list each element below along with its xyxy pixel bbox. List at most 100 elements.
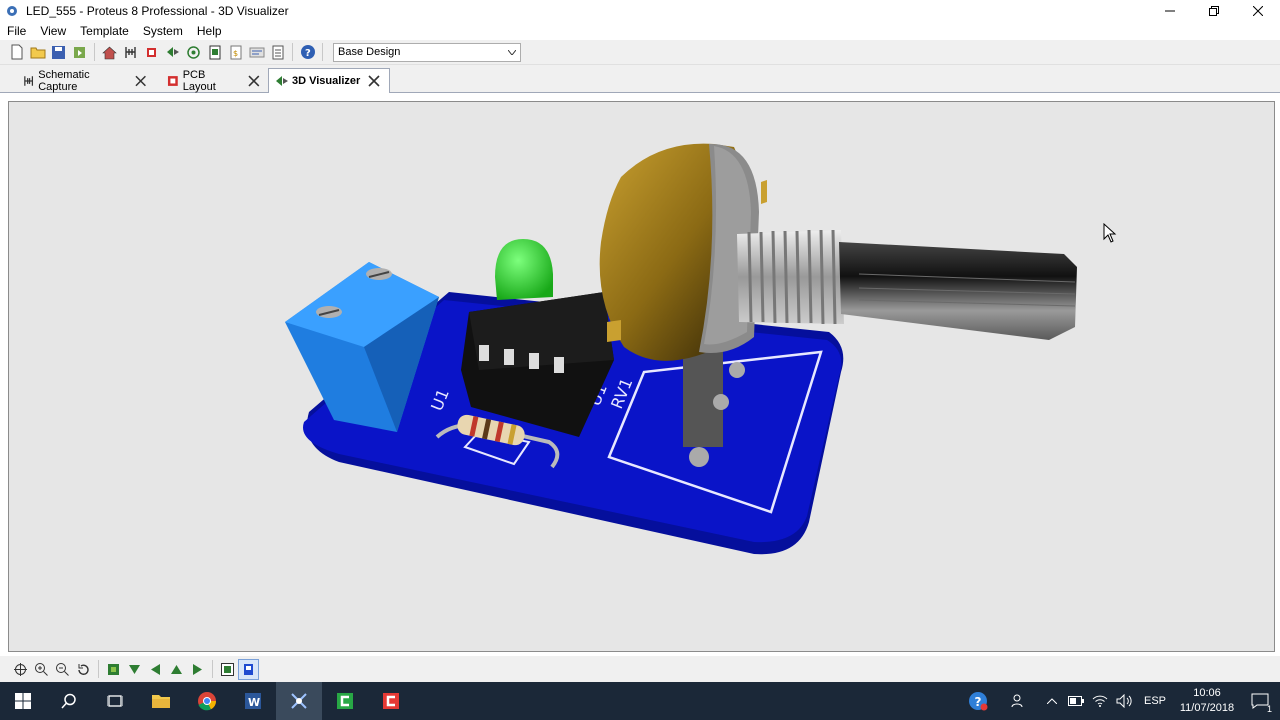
view-right-button[interactable]	[187, 659, 208, 680]
show-hidden-icons-button[interactable]	[1040, 682, 1064, 720]
chip-icon	[147, 47, 156, 57]
toggle-board-button[interactable]	[217, 659, 238, 680]
home-page-button[interactable]	[99, 42, 120, 63]
restore-button[interactable]	[1192, 0, 1236, 22]
rotate-view-button[interactable]	[73, 659, 94, 680]
people-tray-button[interactable]	[1006, 682, 1030, 720]
menu-system[interactable]: System	[136, 22, 190, 40]
zoom-in-icon	[35, 662, 48, 676]
tab-label: 3D Visualizer	[292, 75, 361, 87]
help-button[interactable]: ?	[297, 42, 318, 63]
start-button[interactable]	[0, 682, 46, 720]
view-back-button[interactable]	[166, 659, 187, 680]
menu-template[interactable]: Template	[73, 22, 136, 40]
view-top-button[interactable]	[103, 659, 124, 680]
green-app-icon	[337, 693, 353, 709]
source-code-button[interactable]	[246, 42, 267, 63]
os-taskbar: W ? ESP 10:06 11/07/2018 1	[0, 682, 1280, 720]
zoom-out-icon	[56, 662, 69, 676]
variant-select[interactable]: Base Design	[333, 42, 521, 62]
import-icon	[73, 46, 85, 58]
search-icon	[61, 693, 76, 709]
volume-tray-button[interactable]	[1112, 682, 1136, 720]
close-icon	[1253, 6, 1263, 16]
tab-3d-visualizer[interactable]: 3D Visualizer	[268, 68, 390, 93]
notes-button[interactable]	[267, 42, 288, 63]
tab-schematic-capture[interactable]: Schematic Capture	[16, 69, 146, 93]
menu-help[interactable]: Help	[190, 22, 229, 40]
gerber-viewer-button[interactable]	[183, 42, 204, 63]
red-app-taskbar-button[interactable]	[368, 682, 414, 720]
toggle-components-button[interactable]	[238, 658, 259, 680]
search-button[interactable]	[46, 682, 92, 720]
word-icon: W	[245, 693, 261, 709]
svg-text:W: W	[248, 696, 260, 709]
chrome-icon	[198, 692, 217, 711]
main-toolbar: $ ? Base Design	[0, 40, 1280, 65]
menu-file[interactable]: File	[0, 22, 33, 40]
wifi-tray-button[interactable]	[1088, 682, 1112, 720]
close-icon[interactable]	[248, 75, 260, 87]
action-center-button[interactable]: 1	[1240, 682, 1280, 720]
gerber-icon	[187, 45, 200, 59]
zoom-in-button[interactable]	[31, 659, 52, 680]
file-explorer-taskbar-button[interactable]	[138, 682, 184, 720]
schematic-button[interactable]	[120, 42, 141, 63]
document-tabs: Schematic Capture PCB Layout 3D Visualiz…	[0, 65, 1280, 93]
clock-date: 11/07/2018	[1179, 702, 1235, 714]
battery-tray-button[interactable]	[1064, 682, 1088, 720]
pan-button[interactable]	[10, 659, 31, 680]
proteus-taskbar-button[interactable]	[276, 682, 322, 720]
menu-view[interactable]: View	[33, 22, 73, 40]
view-front-button[interactable]	[124, 659, 145, 680]
schematic-icon	[24, 76, 34, 86]
new-file-icon	[11, 44, 22, 60]
board-icon	[221, 662, 234, 676]
zoom-out-button[interactable]	[52, 659, 73, 680]
3d-scene[interactable]: U1 RV1 U1	[9, 102, 1276, 653]
3d-visualizer-button[interactable]	[162, 42, 183, 63]
notes-icon	[272, 45, 283, 59]
tab-label: PCB Layout	[182, 69, 216, 93]
toolbar-separator	[94, 43, 95, 61]
notification-count: 1	[1266, 704, 1272, 714]
system-clock[interactable]: 10:06 11/07/2018	[1174, 686, 1240, 716]
task-view-button[interactable]	[92, 682, 138, 720]
codeblocks-taskbar-button[interactable]	[322, 682, 368, 720]
close-icon[interactable]	[368, 75, 380, 87]
windows-logo-icon	[15, 693, 31, 709]
help-tray-button[interactable]: ?	[966, 682, 990, 720]
open-project-button[interactable]	[27, 42, 48, 63]
import-button[interactable]	[69, 42, 90, 63]
3d-view-icon	[166, 46, 179, 57]
input-language-indicator[interactable]: ESP	[1136, 695, 1174, 707]
pan-icon	[14, 662, 27, 676]
proteus-app-icon	[7, 6, 17, 16]
3d-viewport[interactable]: U1 RV1 U1	[8, 101, 1275, 652]
design-explorer-icon	[209, 45, 220, 59]
speaker-icon	[1116, 694, 1132, 708]
close-icon[interactable]	[135, 75, 146, 87]
bill-of-materials-button[interactable]: $	[225, 42, 246, 63]
3d-view-icon	[276, 76, 288, 86]
components-icon	[244, 663, 253, 675]
pcb-button[interactable]	[141, 42, 162, 63]
view-right-icon	[193, 663, 202, 675]
word-taskbar-button[interactable]: W	[230, 682, 276, 720]
led-component[interactable]	[495, 239, 553, 300]
tab-label: Schematic Capture	[38, 69, 90, 93]
chrome-taskbar-button[interactable]	[184, 682, 230, 720]
new-project-button[interactable]	[6, 42, 27, 63]
save-project-button[interactable]	[48, 42, 69, 63]
toolbar-separator	[212, 660, 213, 678]
svg-text:?: ?	[974, 695, 981, 709]
design-explorer-button[interactable]	[204, 42, 225, 63]
bom-icon: $	[230, 45, 241, 59]
view-left-button[interactable]	[145, 659, 166, 680]
clock-time: 10:06	[1193, 687, 1221, 699]
minimize-icon	[1165, 10, 1175, 12]
minimize-button[interactable]	[1148, 0, 1192, 22]
tab-pcb-layout[interactable]: PCB Layout	[160, 69, 260, 93]
system-tray: ? ESP 10:06 11/07/2018 1	[966, 682, 1280, 720]
close-button[interactable]	[1236, 0, 1280, 22]
